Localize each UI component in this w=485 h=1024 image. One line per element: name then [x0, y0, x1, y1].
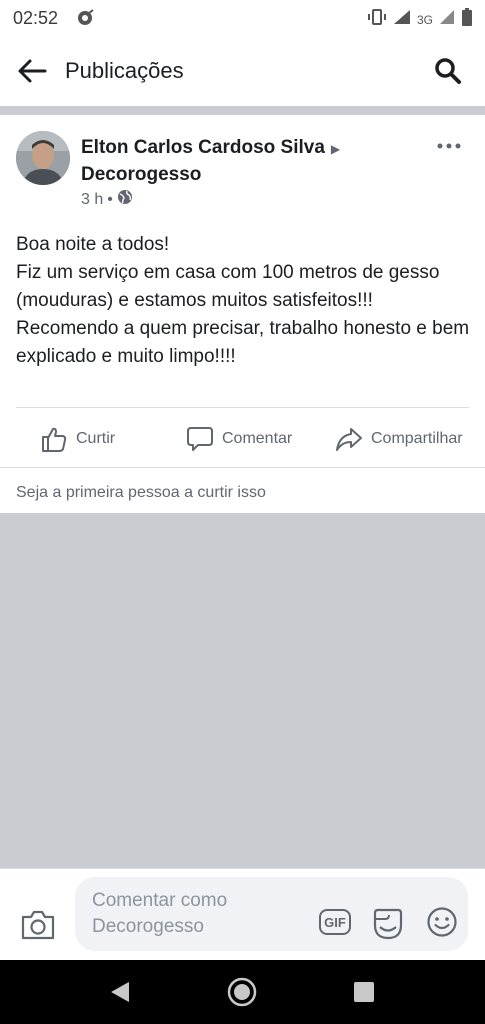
nav-back-icon: [111, 982, 129, 1002]
more-horizontal-icon: [437, 143, 461, 149]
sticker-icon: [373, 908, 403, 940]
avatar[interactable]: [16, 131, 70, 185]
like-label: Curtir: [76, 430, 116, 447]
target-page-name[interactable]: Decorogesso: [81, 164, 201, 185]
likes-divider: [0, 467, 485, 468]
search-button[interactable]: [431, 54, 465, 88]
comment-icon: [187, 427, 213, 451]
likes-summary: Seja a primeira pessoa a curtir isso: [16, 484, 266, 501]
page-title: Publicações: [65, 58, 184, 83]
sticker-button[interactable]: [371, 907, 405, 946]
empty-feed-area: [0, 513, 485, 868]
system-nav-bar: [0, 960, 485, 1024]
battery-icon: [461, 8, 473, 31]
share-button[interactable]: Compartilhar: [335, 425, 463, 453]
gif-icon: GIF: [319, 909, 351, 935]
play-arrow-icon: ▶: [330, 142, 341, 156]
notification-icon: [76, 9, 94, 32]
arrow-back-icon: [18, 59, 47, 83]
search-icon: [435, 58, 461, 84]
comment-input[interactable]: Comentar como Decorogesso GIF: [75, 877, 468, 951]
camera-button[interactable]: [20, 909, 56, 946]
status-time: 02:52: [13, 8, 59, 28]
nav-home-icon: [227, 977, 257, 1007]
signal-secondary-icon: [439, 9, 455, 30]
thumbs-up-icon: [42, 427, 67, 452]
comment-placeholder: Comentar como Decorogesso: [92, 890, 228, 937]
actions-divider: [16, 407, 469, 408]
post-header: Elton Carlos Cardoso Silva ▶ Decorogesso: [81, 135, 421, 188]
comment-label: Comentar: [222, 430, 293, 447]
author-name[interactable]: Elton Carlos Cardoso Silva: [81, 137, 325, 158]
share-label: Compartilhar: [371, 430, 463, 447]
share-icon: [336, 428, 362, 451]
post-body: Boa noite a todos! Fiz um serviço em cas…: [16, 231, 471, 371]
post-time[interactable]: 3 h: [81, 191, 103, 209]
emoji-button[interactable]: [426, 906, 458, 943]
post-text-line: Fiz um serviço em casa com 100 metros de…: [16, 262, 440, 311]
status-bar: 02:52 3G: [0, 0, 485, 36]
nav-recents-icon: [354, 982, 374, 1002]
post-actions: Curtir Comentar Compartilhar: [0, 415, 485, 461]
nav-home-button[interactable]: [227, 977, 257, 1012]
emoji-icon: [427, 907, 457, 937]
back-button[interactable]: [14, 55, 50, 87]
like-button[interactable]: Curtir: [40, 425, 115, 453]
meta-separator: •: [107, 190, 113, 208]
comment-button[interactable]: Comentar: [186, 425, 292, 453]
globe-icon: [117, 189, 133, 210]
section-divider: [0, 106, 485, 115]
signal-icon: [393, 9, 411, 30]
vibrate-icon: [367, 8, 387, 31]
post-meta: 3 h •: [81, 189, 133, 210]
nav-back-button[interactable]: [110, 981, 130, 1008]
gif-button[interactable]: GIF: [318, 908, 352, 941]
more-options-button[interactable]: [437, 133, 461, 156]
status-icons: 3G: [367, 8, 473, 31]
nav-recents-button[interactable]: [354, 982, 374, 1007]
app-bar: Publicações: [0, 36, 485, 106]
post-text-line: Boa noite a todos!: [16, 234, 170, 255]
network-label: 3G: [416, 12, 433, 27]
svg-text:GIF: GIF: [324, 915, 346, 930]
camera-icon: [21, 910, 55, 940]
post-text-line: Recomendo a quem precisar, trabalho hone…: [16, 318, 470, 367]
comment-composer: Comentar como Decorogesso GIF: [0, 868, 485, 960]
